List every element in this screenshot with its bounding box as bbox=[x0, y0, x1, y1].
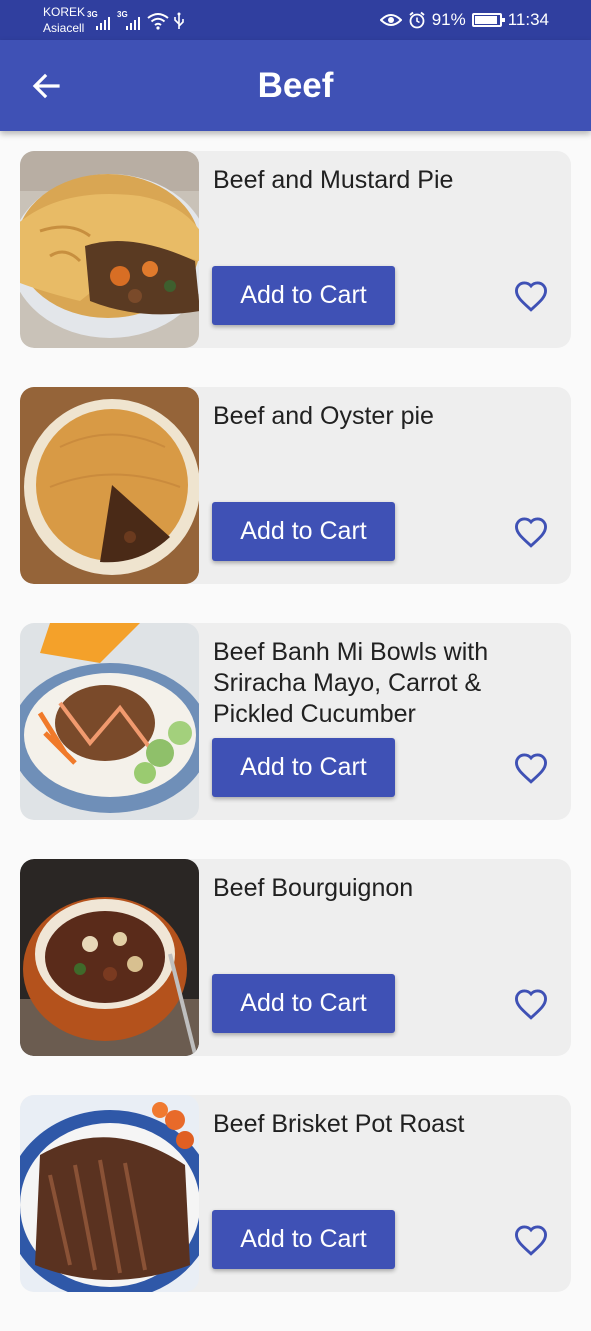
favorite-button[interactable] bbox=[510, 983, 552, 1025]
meal-card[interactable]: Beef and Oyster pie Add to Cart bbox=[20, 387, 571, 584]
add-to-cart-button[interactable]: Add to Cart bbox=[212, 738, 395, 797]
meal-name: Beef and Oyster pie bbox=[213, 402, 434, 430]
meal-image bbox=[20, 387, 199, 584]
meal-image bbox=[20, 1095, 199, 1292]
meal-card[interactable]: Beef and Mustard Pie Add to Cart bbox=[20, 151, 571, 348]
carrier-1: KOREK bbox=[43, 5, 86, 19]
status-bar: KOREK Asiacell 3G 3G 91% 11:34 bbox=[0, 0, 591, 40]
meal-image bbox=[20, 623, 199, 820]
app-bar: Beef bbox=[0, 40, 591, 131]
favorite-button[interactable] bbox=[510, 1219, 552, 1261]
meal-card[interactable]: Beef Banh Mi Bowls with Sriracha Mayo, C… bbox=[20, 623, 571, 820]
heart-outline-icon bbox=[514, 281, 548, 312]
add-to-cart-button[interactable]: Add to Cart bbox=[212, 974, 395, 1033]
wifi-icon bbox=[147, 13, 169, 30]
heart-outline-icon bbox=[514, 517, 548, 548]
heart-outline-icon bbox=[514, 753, 548, 784]
meal-card[interactable]: Beef Bourguignon Add to Cart bbox=[20, 859, 571, 1056]
heart-outline-icon bbox=[514, 1225, 548, 1256]
meal-image bbox=[20, 859, 199, 1056]
favorite-button[interactable] bbox=[510, 511, 552, 553]
page-title: Beef bbox=[257, 66, 334, 105]
status-right: 91% 11:34 bbox=[379, 0, 549, 40]
meal-list: Beef and Mustard Pie Add to Cart Beef an… bbox=[20, 151, 571, 1331]
heart-outline-icon bbox=[514, 989, 548, 1020]
add-to-cart-button[interactable]: Add to Cart bbox=[212, 1210, 395, 1269]
signal-indicators: 3G 3G bbox=[87, 10, 185, 30]
battery-icon bbox=[471, 13, 505, 27]
clock: 11:34 bbox=[507, 10, 549, 29]
meal-name: Beef Brisket Pot Roast bbox=[213, 1110, 465, 1138]
signal-icon: 3G bbox=[117, 10, 143, 30]
add-to-cart-button[interactable]: Add to Cart bbox=[212, 266, 395, 325]
favorite-button[interactable] bbox=[510, 275, 552, 317]
alarm-icon bbox=[409, 11, 425, 29]
signal-icon: 3G bbox=[87, 10, 113, 30]
meal-name: Beef Bourguignon bbox=[213, 874, 414, 902]
meal-name: Beef Banh Mi Bowls with Sriracha Mayo, C… bbox=[213, 638, 489, 728]
meal-name: Beef and Mustard Pie bbox=[213, 166, 454, 194]
carrier-2: Asiacell bbox=[43, 21, 85, 35]
usb-icon bbox=[174, 12, 184, 29]
eye-icon bbox=[379, 14, 402, 26]
meal-card[interactable]: Beef Brisket Pot Roast Add to Cart bbox=[20, 1095, 571, 1292]
meal-image bbox=[20, 151, 199, 348]
add-to-cart-button[interactable]: Add to Cart bbox=[212, 502, 395, 561]
carrier-labels: KOREK Asiacell bbox=[43, 4, 85, 36]
favorite-button[interactable] bbox=[510, 747, 552, 789]
battery-level bbox=[474, 16, 497, 24]
battery-percent: 91% bbox=[431, 10, 466, 29]
